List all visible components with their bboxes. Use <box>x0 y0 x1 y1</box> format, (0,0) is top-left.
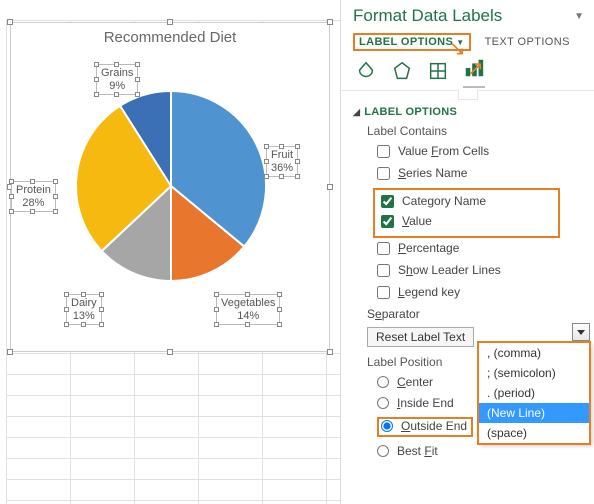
label-value-from-cells: Value From Cells <box>398 144 489 158</box>
checkbox-value-from-cells[interactable] <box>377 145 390 158</box>
radio-center[interactable] <box>377 376 389 388</box>
fill-icon[interactable] <box>355 60 377 85</box>
label-best-fit: Best Fit <box>397 444 438 458</box>
label-inside-end: Inside End <box>397 396 454 410</box>
data-label-fruit[interactable]: Fruit36% <box>266 146 298 177</box>
data-label-vegetables[interactable]: Vegetables14% <box>216 294 280 325</box>
data-label-grains[interactable]: Grains9% <box>96 64 138 95</box>
radio-best-fit[interactable] <box>377 445 389 457</box>
label-leader-lines: Show Leader Lines <box>398 263 501 277</box>
separator-label: Separator <box>367 307 420 321</box>
checkbox-percentage[interactable] <box>377 242 390 255</box>
data-label-dairy[interactable]: Dairy13% <box>66 294 102 325</box>
size-icon[interactable] <box>427 60 449 85</box>
chart-title[interactable]: Recommended Diet <box>11 23 329 46</box>
label-percentage: Percentage <box>398 241 459 255</box>
separator-option[interactable]: , (comma) <box>479 343 589 363</box>
data-label-protein[interactable]: Protein28% <box>11 181 56 212</box>
label-series-name: Series Name <box>398 166 467 180</box>
separator-dropdown-button[interactable] <box>572 323 590 341</box>
radio-inside-end[interactable] <box>377 397 389 409</box>
label-contains-heading: Label Contains <box>367 124 584 138</box>
checkbox-value[interactable] <box>381 215 394 228</box>
checkbox-legend-key[interactable] <box>377 286 390 299</box>
pane-title: Format Data Labels <box>353 6 502 26</box>
highlight-category-value: Category Name Value <box>373 188 560 238</box>
section-label-options[interactable]: ◢LABEL OPTIONS <box>353 106 584 118</box>
separator-dropdown[interactable]: , (comma); (semicolon). (period)(New Lin… <box>478 342 590 444</box>
label-legend-key: Legend key <box>398 285 460 299</box>
label-outside-end: Outside End <box>401 419 467 433</box>
separator-option[interactable]: ; (semicolon) <box>479 363 589 383</box>
label-category-name: Category Name <box>402 194 486 208</box>
label-value: Value <box>402 214 432 228</box>
effects-icon[interactable] <box>391 60 413 85</box>
tab-text-options[interactable]: TEXT OPTIONS <box>485 36 570 48</box>
separator-option[interactable]: (New Line) <box>479 403 589 423</box>
chevron-down-icon[interactable]: ▼ <box>574 11 584 22</box>
tab-label-options[interactable]: LABEL OPTIONS ▼ <box>353 33 471 51</box>
label-center: Center <box>397 375 433 389</box>
checkbox-series-name[interactable] <box>377 167 390 180</box>
reset-label-text-button[interactable]: Reset Label Text <box>367 327 474 347</box>
chart-area[interactable]: Recommended Diet Fruit36% Vegetables14% Da… <box>10 22 330 352</box>
checkbox-category-name[interactable] <box>381 195 394 208</box>
radio-outside-end[interactable] <box>381 420 393 432</box>
pie-chart[interactable] <box>71 86 271 286</box>
checkbox-leader-lines[interactable] <box>377 264 390 277</box>
chart-options-icon[interactable] <box>463 57 485 88</box>
separator-option[interactable]: (space) <box>479 423 589 443</box>
format-pane: Format Data Labels ▼ LABEL OPTIONS ▼ TEX… <box>340 0 594 504</box>
separator-option[interactable]: . (period) <box>479 383 589 403</box>
